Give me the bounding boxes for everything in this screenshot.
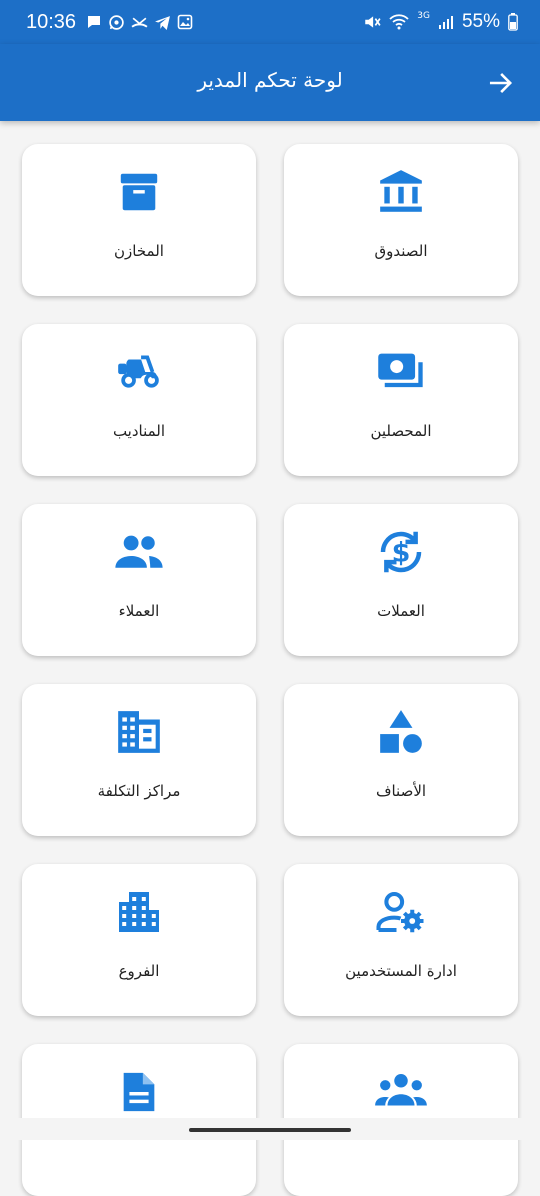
delivery-scooter-icon bbox=[111, 344, 167, 400]
app-bar: لوحة تحكم المدير bbox=[0, 44, 540, 121]
system-nav-bar bbox=[0, 1118, 540, 1140]
status-time: 10:36 bbox=[26, 11, 76, 34]
arrow-forward-icon bbox=[488, 70, 514, 96]
tile-branches[interactable]: الفروع bbox=[22, 864, 256, 1016]
telegram-icon bbox=[154, 14, 171, 31]
domain-building-icon bbox=[111, 704, 167, 760]
category-shapes-icon bbox=[373, 704, 429, 760]
wifi-icon bbox=[389, 13, 409, 31]
tile-user-management[interactable]: ادارة المستخدمين bbox=[284, 864, 518, 1016]
tile-label: العملات bbox=[284, 602, 518, 620]
document-icon bbox=[111, 1064, 167, 1120]
whatsapp-icon bbox=[108, 14, 125, 31]
missed-call-icon bbox=[131, 14, 148, 31]
status-left: 10:36 bbox=[26, 11, 193, 34]
notification-icons bbox=[86, 14, 193, 31]
tile-label: المخازن bbox=[22, 242, 256, 260]
tile-delegates[interactable]: المناديب bbox=[22, 324, 256, 476]
battery-icon bbox=[508, 13, 518, 31]
back-button[interactable] bbox=[484, 66, 518, 100]
cash-icon bbox=[373, 344, 429, 400]
tile-items[interactable]: الأصناف bbox=[284, 684, 518, 836]
home-gesture-handle[interactable] bbox=[189, 1128, 351, 1132]
page-title: لوحة تحكم المدير bbox=[0, 68, 540, 92]
tile-cost-centers[interactable]: مراكز التكلفة bbox=[22, 684, 256, 836]
tile-cashbox[interactable]: الصندوق bbox=[284, 144, 518, 296]
apartment-icon bbox=[111, 884, 167, 940]
tile-label: مراكز التكلفة bbox=[22, 782, 256, 800]
svg-text:$: $ bbox=[392, 538, 411, 569]
archive-box-icon bbox=[111, 164, 167, 220]
tile-label: المناديب bbox=[22, 422, 256, 440]
people-icon bbox=[111, 524, 167, 580]
status-right: 3G 55% bbox=[363, 11, 518, 33]
tile-label: ادارة المستخدمين bbox=[284, 962, 518, 980]
tile-currencies[interactable]: $ العملات bbox=[284, 504, 518, 656]
groups-icon bbox=[373, 1064, 429, 1120]
tile-collectors[interactable]: المحصلين bbox=[284, 324, 518, 476]
tile-label: الفروع bbox=[22, 962, 256, 980]
bank-icon bbox=[373, 164, 429, 220]
tile-warehouses[interactable]: المخازن bbox=[22, 144, 256, 296]
tile-label: الصندوق bbox=[284, 242, 518, 260]
tile-label: الأصناف bbox=[284, 782, 518, 800]
mute-icon bbox=[363, 13, 381, 31]
signal-icon bbox=[438, 14, 454, 30]
status-bar: 10:36 3G 5 bbox=[0, 0, 540, 44]
gallery-icon bbox=[177, 14, 193, 30]
tile-customers[interactable]: العملاء bbox=[22, 504, 256, 656]
message-icon bbox=[86, 14, 102, 30]
network-type: 3G bbox=[417, 11, 430, 21]
battery-level: 55% bbox=[462, 11, 500, 33]
currency-exchange-icon: $ bbox=[373, 524, 429, 580]
tile-label: العملاء bbox=[22, 602, 256, 620]
dashboard-grid: المخازن الصندوق المناديب المحصلين العملا… bbox=[22, 144, 518, 1196]
tile-label: المحصلين bbox=[284, 422, 518, 440]
manage-accounts-icon bbox=[373, 884, 429, 940]
